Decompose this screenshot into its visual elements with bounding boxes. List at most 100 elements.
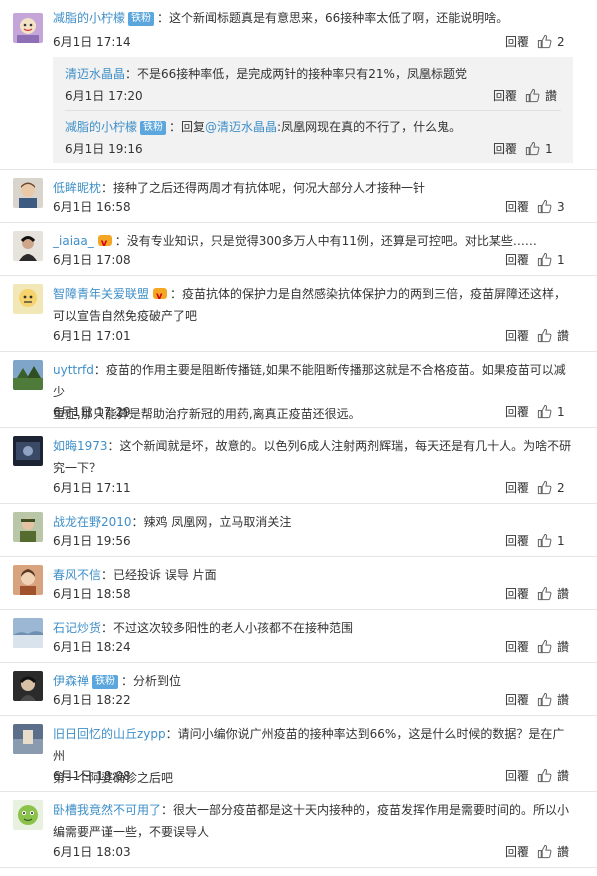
fan-badge: 铁粉 [92,675,119,689]
username-link[interactable]: uyttrfd [53,363,94,377]
comment-text: ：疫苗抗体的保护力是自然感染抗体保护力的两到三倍，疫苗屏障还这样， [170,287,567,301]
username-link[interactable]: 减脂的小柠檬 [53,11,125,25]
thumbs-up-icon [537,480,552,495]
sub-reply-box: 清迈水晶晶：不是66接种率低，是完成两针的接种率只有21%，凤凰标题党 6月1日… [53,57,573,163]
reply-button[interactable]: 回覆 [505,638,529,656]
username-link[interactable]: 清迈水晶晶 [65,67,125,81]
comment-item: 智障青年关爱联盟 ：疫苗抗体的保护力是自然感染抗体保护力的两到三倍，疫苗屏障还这样… [0,276,597,352]
thumbs-up-icon [537,768,552,783]
username-link[interactable]: 减脂的小柠檬 [65,120,137,134]
username-link[interactable]: 如晦1973 [53,439,108,453]
avatar[interactable] [13,618,43,648]
comment-text-prefix: ：回复 [169,120,206,134]
timestamp: 6月1日 17:11 [53,481,131,495]
avatar[interactable] [13,436,43,466]
like-button[interactable]: 讚 [537,638,573,656]
timestamp: 6月1日 18:08 [53,769,131,783]
username-link[interactable]: 伊森禅 [53,674,89,688]
reply-button[interactable]: 回覆 [505,767,529,785]
timestamp: 6月1日 19:16 [65,142,143,156]
comment-meta: 6月1日 19:56 回覆 1 [53,532,573,550]
comment-body: _iaiaa_ ：没有专业知识，只是觉得300多万人中有11例，还算是可控吧。对比… [53,230,573,255]
username-link[interactable]: _iaiaa_ [53,234,94,248]
like-count: 2 [557,35,565,49]
like-button[interactable]: 讚 [537,843,573,861]
comment-item: 春风不信：已经投诉 误导 片面 6月1日 18:58 回覆 讚 [0,557,597,610]
comment-text: ：很大一部分疫苗都是这十天内接种的，疫苗发挥作用是需要时间的。所以小 [161,803,570,817]
reply-button[interactable]: 回覆 [505,532,529,550]
sub-reply: 清迈水晶晶：不是66接种率低，是完成两针的接种率只有21%，凤凰标题党 6月1日… [53,57,573,110]
avatar[interactable] [13,284,43,314]
like-button[interactable]: 1 [537,403,573,421]
timestamp: 6月1日 17:20 [65,89,143,103]
username-link[interactable]: 智障青年关爱联盟 [53,287,149,301]
comment-text-continued: 编需要严谨一些，不要误导人 [53,825,210,839]
timestamp: 6月1日 18:24 [53,640,131,654]
username-link[interactable]: 卧槽我竟然不可用了 [53,803,161,817]
reply-button[interactable]: 回覆 [505,198,529,216]
reply-button[interactable]: 回覆 [505,403,529,421]
like-button[interactable]: 1 [537,251,573,269]
comment-item: _iaiaa_ ：没有专业知识，只是觉得300多万人中有11例，还算是可控吧。对比… [0,223,597,276]
avatar[interactable] [13,512,43,542]
like-button[interactable]: 2 [537,479,573,497]
like-button[interactable]: 讚 [537,691,573,709]
thumbs-up-icon [537,34,552,49]
reply-button[interactable]: 回覆 [505,585,529,603]
avatar[interactable] [13,800,43,830]
like-label: 讚 [557,587,570,601]
avatar[interactable] [13,671,43,701]
mention-link[interactable]: @清迈水晶晶 [205,120,277,134]
reply-button[interactable]: 回覆 [505,251,529,269]
reply-button[interactable]: 回覆 [505,327,529,345]
comment-text: ：没有专业知识，只是觉得300多万人中有11例，还算是可控吧。对比某些…… [114,234,537,248]
comment-item: 战龙在野2010：辣鸡 凤凰网，立马取消关注 6月1日 19:56 回覆 1 [0,504,597,557]
reply-button[interactable]: 回覆 [505,33,529,51]
timestamp: 6月1日 17:14 [53,35,131,49]
sub-reply-body: 减脂的小柠檬 铁粉 ：回复@清迈水晶晶:凤凰网现在真的不行了，什么鬼。 [65,116,561,138]
comment-meta: 6月1日 17:29 回覆 1 [53,403,573,421]
avatar[interactable] [13,360,43,390]
like-count: 1 [557,405,565,419]
avatar[interactable] [13,231,43,261]
comment-text: :凤凰网现在真的不行了，什么鬼。 [277,120,462,134]
reply-button[interactable]: 回覆 [505,843,529,861]
like-button[interactable]: 讚 [537,767,573,785]
avatar[interactable] [13,565,43,595]
username-link[interactable]: 旧日回忆的山丘zypp [53,727,166,741]
comment-body: 伊森禅 铁粉 ：分析到位 [53,670,573,692]
thumbs-up-icon [537,533,552,548]
reply-button[interactable]: 回覆 [493,87,517,105]
comment-item: 旧日回忆的山丘zypp：请问小编你说广州疫苗的接种率达到66%，这是什么时候的数… [0,716,597,792]
like-button[interactable]: 3 [537,198,573,216]
username-link[interactable]: 石记炒货 [53,621,101,635]
timestamp: 6月1日 17:08 [53,253,131,267]
like-count: 1 [545,142,553,156]
comment-item: 如晦1973：这个新闻就是坏，故意的。以色列6成人注射两剂辉瑞，每天还是有几十人… [0,428,597,504]
reply-button[interactable]: 回覆 [493,140,517,158]
like-count: 2 [557,481,565,495]
reply-button[interactable]: 回覆 [505,479,529,497]
comment-item: uyttrfd：疫苗的作用主要是阻断传播链,如果不能阻断传播那这就是不合格疫苗。… [0,352,597,428]
avatar[interactable] [13,13,43,43]
username-link[interactable]: 春风不信 [53,568,101,582]
like-button[interactable]: 2 [537,33,573,51]
like-label: 讚 [545,89,558,103]
comment-text: ：这个新闻就是坏，故意的。以色列6成人注射两剂辉瑞，每天还是有几十人。为啥不研 [107,439,572,453]
like-button[interactable]: 讚 [525,87,561,105]
username-link[interactable]: 战龙在野2010 [53,515,132,529]
comment-text: ：不过这次较多阳性的老人小孩都不在接种范围 [101,621,354,635]
like-count: 1 [557,534,565,548]
comment-meta: 6月1日 17:08 回覆 1 [53,251,573,269]
like-button[interactable]: 讚 [537,327,573,345]
like-button[interactable]: 1 [525,140,561,158]
like-count: 3 [557,200,565,214]
username-link[interactable]: 低眸昵枕 [53,181,101,195]
like-button[interactable]: 讚 [537,585,573,603]
like-button[interactable]: 1 [537,532,573,550]
vip-crown-icon [152,286,168,308]
avatar[interactable] [13,724,43,754]
reply-button[interactable]: 回覆 [505,691,529,709]
avatar[interactable] [13,178,43,208]
timestamp: 6月1日 18:22 [53,693,131,707]
